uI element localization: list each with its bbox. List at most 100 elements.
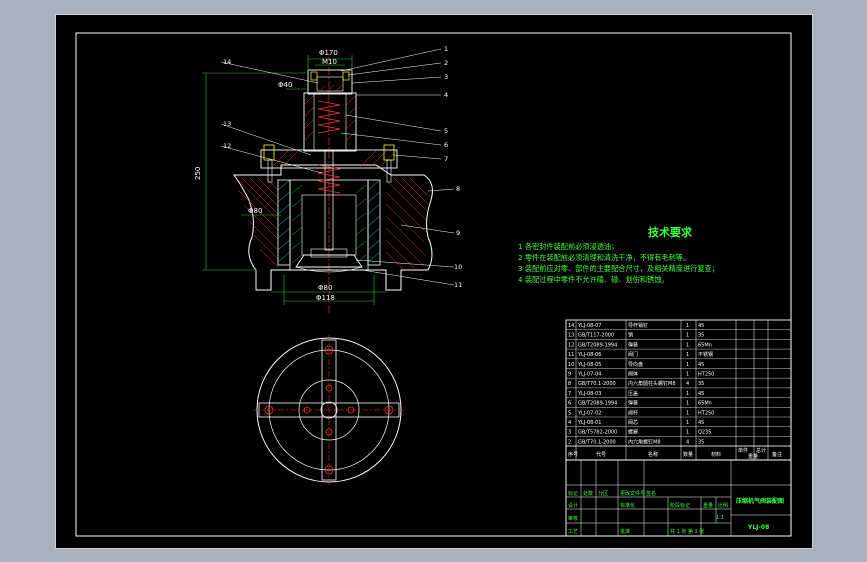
hdr-name: 名称 (648, 451, 658, 458)
svg-text:2: 2 (444, 59, 448, 67)
tb-process: 工艺 (568, 529, 578, 535)
parts-cell-no: 9 (568, 372, 571, 378)
tb-scale: 1:1 (716, 515, 724, 521)
parts-cell-no: 6 (568, 401, 571, 407)
tb-scale-lbl: 比例 (718, 502, 728, 509)
dim-left-small: Φ40 (278, 81, 292, 89)
svg-text:4: 4 (444, 91, 448, 99)
parts-list: 14 YLJ-08-07 导杆销钉 1 4513 GB/T117-2000 销 1 3512 GB… (565, 319, 792, 537)
svg-text:10: 10 (454, 263, 462, 271)
svg-text:7: 7 (444, 155, 448, 163)
hdr-mat: 材料 (711, 451, 721, 458)
parts-cell-mat: 65Mn (698, 401, 712, 407)
parts-cell-qty: 1 (686, 420, 689, 426)
dim-top-outer: Φ170 (319, 49, 338, 57)
tech-item-2: 2 零件在装配前必须清理和清洗干净，不得有毛刺等。 (518, 253, 690, 262)
hdr-no: 序号 (568, 451, 578, 458)
tb-mark: 标记 (568, 490, 578, 497)
parts-cell-code: YLJ-08-01 (577, 420, 601, 426)
parts-cell-no: 2 (568, 439, 571, 445)
parts-cell-no: 4 (568, 420, 571, 426)
svg-text:14: 14 (223, 58, 231, 66)
parts-cell-mat: 45 (698, 323, 704, 329)
parts-cell-qty: 1 (686, 410, 689, 416)
parts-cell-mat: 35 (698, 381, 704, 387)
parts-cell-no: 5 (568, 410, 571, 416)
svg-text:13: 13 (223, 120, 231, 128)
dim-height: 250 (194, 167, 202, 180)
parts-cell-code: GB/T2089-1994 (578, 342, 617, 348)
parts-cell-no: 3 (568, 430, 571, 436)
tb-count: 处数 (583, 490, 593, 497)
parts-cell-name: 导向盘 (628, 361, 643, 368)
callout-labels-left: 14 13 12 (223, 58, 231, 150)
tb-sheet: 共 1 张 第 1 张 (670, 528, 704, 535)
hdr-unit-w: 单件 (738, 447, 748, 454)
parts-cell-code: GB/T2089-1994 (578, 401, 617, 407)
hdr-note: 备注 (772, 451, 782, 458)
drawing-frame (75, 32, 792, 537)
parts-cell-code: GB/T70.1-2000 (578, 381, 616, 387)
tb-zone: 分区 (598, 490, 608, 497)
cad-viewport[interactable]: Φ170 M10 Φ40 250 Φ80 Φ80 Φ118 1 2 3 4 5 … (55, 14, 813, 549)
dim-top-inner: M10 (322, 58, 337, 66)
upper-housing (303, 92, 357, 152)
parts-cell-code: GB/T5782-2000 (578, 430, 617, 436)
parts-cell-mat: Q235 (698, 430, 711, 436)
tb-std: 标准化 (620, 502, 635, 509)
parts-cell-code: GB/T70.1-2000 (578, 439, 616, 445)
hdr-code: 代号 (596, 451, 606, 458)
top-cap (307, 69, 353, 95)
parts-cell-name: 阀门 (628, 351, 638, 358)
parts-cell-no: 12 (568, 342, 574, 348)
parts-cell-mat: HT250 (698, 410, 714, 416)
parts-cell-code: YLJ-07-02 (577, 410, 601, 416)
parts-cell-no: 8 (568, 381, 571, 387)
parts-cell-name: 阀体 (628, 371, 638, 378)
dim-mid-left: Φ80 (248, 207, 262, 215)
parts-cell-code: YLJ-08-05 (577, 362, 601, 368)
parts-cell-no: 7 (568, 391, 571, 397)
parts-cell-qty: 1 (686, 430, 689, 436)
hdr-w: 重量 (748, 453, 758, 460)
parts-cell-name: 销 (628, 332, 633, 339)
tb-drawing-name: 压缩机气阀装配图 (736, 497, 784, 505)
dim-bottom-inner: Φ80 (318, 284, 332, 292)
parts-cell-mat: 35 (698, 333, 704, 339)
tb-drawing-no: YLJ-08 (747, 524, 769, 531)
parts-cell-name: 内六角螺钉M8 (628, 438, 661, 445)
tb-approve: 批准 (620, 528, 630, 535)
section-view: Φ170 M10 Φ40 250 Φ80 Φ80 Φ118 1 2 3 4 5 … (194, 45, 462, 315)
svg-text:5: 5 (444, 127, 448, 135)
parts-cell-no: 10 (568, 362, 574, 368)
parts-cell-qty: 1 (686, 323, 689, 329)
parts-cell-qty: 1 (686, 352, 689, 358)
parts-cell-mat: 45 (698, 420, 704, 426)
parts-cell-qty: 4 (686, 439, 689, 445)
tech-item-1: 1 各密封件装配前必须浸透油； (518, 242, 618, 251)
parts-cell-name: 导杆销钉 (628, 322, 648, 329)
tech-title: 技术要求 (648, 225, 693, 239)
dim-bottom-outer: Φ118 (316, 294, 335, 302)
tech-item-3: 3 装配前应对零、部件的主要配合尺寸，及相关精度进行复查； (518, 264, 719, 273)
tb-review: 审核 (568, 515, 578, 522)
svg-text:12: 12 (223, 142, 231, 150)
parts-cell-qty: 1 (686, 391, 689, 397)
parts-cell-qty: 1 (686, 342, 689, 348)
tb-sign: 签名 (646, 490, 656, 497)
parts-cell-name: 阀杆 (628, 409, 638, 416)
parts-cell-no: 14 (568, 323, 574, 329)
parts-cell-mat: 45 (698, 391, 704, 397)
hdr-qty: 数量 (683, 451, 693, 458)
parts-cell-code: YLJ-08-07 (577, 323, 601, 329)
parts-cell-mat: 不锈钢 (698, 351, 713, 358)
parts-cell-qty: 1 (686, 362, 689, 368)
tb-change: 更改文件号 (620, 490, 645, 497)
parts-cell-name: 螺塞 (628, 429, 638, 436)
parts-cell-name: 阀芯 (628, 419, 638, 426)
parts-cell-qty: 1 (686, 401, 689, 407)
svg-text:11: 11 (454, 281, 462, 289)
parts-cell-name: 弹簧 (628, 341, 638, 348)
parts-cell-no: 11 (568, 352, 574, 358)
parts-cell-mat: 35 (698, 439, 704, 445)
